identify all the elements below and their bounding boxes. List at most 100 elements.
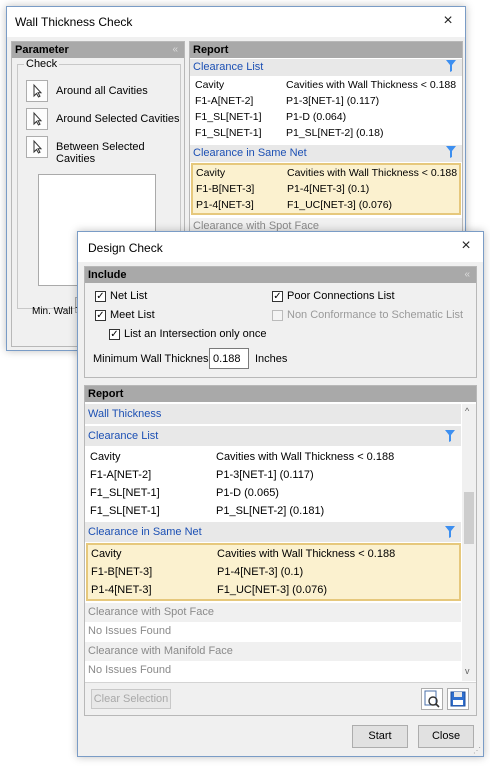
include-header: Include « [85, 267, 476, 283]
parameter-header-label: Parameter [15, 44, 69, 56]
zoom-fit-button[interactable] [421, 688, 443, 710]
save-button[interactable] [447, 688, 469, 710]
table-row[interactable]: F1_SL[NET-1] P1-D (0.065) [85, 484, 461, 502]
column-header-cavity: Cavity [90, 451, 121, 463]
table-row[interactable]: F1-A[NET-2] P1-3[NET-1] (0.117) [85, 466, 461, 484]
meet-list-checkbox[interactable]: ✓ [95, 310, 106, 321]
around-selected-cavities-label: Around Selected Cavities [56, 113, 180, 125]
column-header-thickness: Cavities with Wall Thickness < 0.188 [216, 451, 395, 463]
cell-thickness: P1-4[NET-3] (0.1) [287, 183, 370, 195]
report-header: Report [85, 386, 476, 402]
manifold-face-result-label: No Issues Found [88, 664, 172, 676]
cell-thickness: P1-3[NET-1] (0.117) [216, 469, 314, 481]
clearance-spot-face-header[interactable]: Clearance with Spot Face [85, 603, 461, 622]
table-header-row: Cavity Cavities with Wall Thickness < 0.… [190, 77, 462, 93]
save-disk-icon [450, 691, 466, 707]
between-selected-cavities-button[interactable] [26, 136, 48, 158]
close-icon[interactable]: × [449, 232, 483, 262]
meet-list-label: Meet List [110, 309, 155, 321]
scroll-down-arrow-icon[interactable]: v [465, 666, 470, 676]
report-scrollbar[interactable]: ^ v [462, 404, 476, 681]
table-row[interactable]: F1_SL[NET-1] P1_SL[NET-2] (0.18) [190, 125, 462, 141]
scrollbar-thumb[interactable] [464, 492, 474, 544]
net-list-checkbox[interactable]: ✓ [95, 291, 106, 302]
cursor-arrow-icon [33, 83, 43, 98]
same-net-table: Cavity Cavities with Wall Thickness < 0.… [191, 163, 461, 215]
cell-cavity: F1-B[NET-3] [196, 183, 255, 195]
title-bar: Design Check × [78, 232, 483, 262]
parameter-header: Parameter « [12, 42, 184, 58]
clear-selection-button[interactable]: Clear Selection [91, 689, 171, 709]
cell-cavity: F1-A[NET-2] [90, 469, 152, 481]
close-button[interactable]: Close [418, 725, 474, 748]
scroll-up-arrow-icon[interactable]: ^ [465, 406, 469, 416]
include-panel: Include « ✓ Net List ✓ Poor Connections … [84, 266, 477, 378]
filter-funnel-icon[interactable] [446, 60, 456, 72]
table-row[interactable]: F1-B[NET-3] P1-4[NET-3] (0.1) [193, 181, 459, 197]
cell-thickness: P1-4[NET-3] (0.1) [217, 566, 304, 578]
spot-face-result-label: No Issues Found [88, 625, 172, 637]
clearance-manifold-face-header[interactable]: Clearance with Manifold Face [85, 642, 461, 661]
filter-funnel-icon[interactable] [445, 526, 455, 538]
non-conformance-label: Non Conformance to Schematic List [287, 309, 464, 321]
intersection-once-label: List an Intersection only once [124, 328, 267, 340]
table-row[interactable]: F1-A[NET-2] P1-3[NET-1] (0.117) [190, 93, 462, 109]
table-header-row: Cavity Cavities with Wall Thickness < 0.… [193, 165, 459, 181]
table-row[interactable]: F1_SL[NET-1] P1-D (0.064) [190, 109, 462, 125]
cell-cavity: F1_SL[NET-1] [90, 505, 160, 517]
non-conformance-checkbox[interactable] [272, 310, 283, 321]
clearance-spot-face-label: Clearance with Spot Face [88, 606, 214, 618]
cell-thickness: P1_SL[NET-2] (0.181) [216, 505, 325, 517]
table-header-row: Cavity Cavities with Wall Thickness < 0.… [85, 448, 461, 466]
report-header-label: Report [193, 44, 229, 56]
between-selected-cavities-label: Between Selected Cavities [56, 141, 145, 165]
column-header-thickness: Cavities with Wall Thickness < 0.188 [217, 548, 396, 560]
resize-grip-icon[interactable]: ⋰ [473, 746, 481, 755]
wall-thickness-header[interactable]: Wall Thickness [85, 404, 461, 424]
cell-thickness: F1_UC[NET-3] (0.076) [287, 199, 393, 211]
column-header-thickness: Cavities with Wall Thickness < 0.188 [286, 79, 457, 91]
clearance-list-table: Cavity Cavities with Wall Thickness < 0.… [85, 448, 461, 520]
table-row[interactable]: F1-B[NET-3] P1-4[NET-3] (0.1) [88, 563, 459, 581]
around-all-cavities-button[interactable] [26, 80, 48, 102]
around-selected-cavities-button[interactable] [26, 108, 48, 130]
cell-thickness: P1_SL[NET-2] (0.18) [286, 127, 384, 139]
clearance-same-net-header[interactable]: Clearance in Same Net [190, 145, 462, 162]
net-list-label: Net List [110, 290, 148, 302]
cell-cavity: F1-B[NET-3] [91, 566, 153, 578]
report-header: Report [190, 42, 462, 58]
close-icon[interactable]: × [431, 7, 465, 37]
intersection-once-checkbox[interactable]: ✓ [109, 329, 120, 340]
cursor-arrow-icon [33, 139, 43, 154]
collapse-chevrons-icon[interactable]: « [464, 267, 470, 283]
collapse-chevrons-icon[interactable]: « [172, 42, 178, 58]
poor-connections-checkbox[interactable]: ✓ [272, 291, 283, 302]
clearance-list-header[interactable]: Clearance List [190, 59, 462, 76]
clearance-list-header[interactable]: Clearance List [85, 426, 461, 446]
same-net-table: Cavity Cavities with Wall Thickness < 0.… [86, 543, 461, 601]
around-all-cavities-label: Around all Cavities [56, 85, 148, 97]
filter-funnel-icon[interactable] [446, 146, 456, 158]
cell-thickness: P1-D (0.065) [216, 487, 279, 499]
spot-face-result: No Issues Found [85, 622, 461, 641]
report-footer: Clear Selection [85, 682, 476, 715]
cell-thickness: P1-3[NET-1] (0.117) [286, 95, 380, 107]
title-bar: Wall Thickness Check × [7, 7, 465, 37]
window-title: Design Check [88, 241, 163, 255]
cell-cavity: F1-A[NET-2] [195, 95, 254, 107]
table-row[interactable]: P1-4[NET-3] F1_UC[NET-3] (0.076) [193, 197, 459, 213]
cell-cavity: F1_SL[NET-1] [90, 487, 160, 499]
filter-funnel-icon[interactable] [445, 430, 455, 442]
column-header-thickness: Cavities with Wall Thickness < 0.188 [287, 167, 458, 179]
table-row[interactable]: F1_SL[NET-1] P1_SL[NET-2] (0.181) [85, 502, 461, 520]
min-wall-thickness-input[interactable] [209, 348, 249, 369]
clearance-same-net-header[interactable]: Clearance in Same Net [85, 522, 461, 542]
wall-thickness-label: Wall Thickness [88, 408, 162, 420]
manifold-face-result: No Issues Found [85, 661, 461, 680]
cell-cavity: F1_SL[NET-1] [195, 111, 262, 123]
start-button[interactable]: Start [352, 725, 408, 748]
table-row[interactable]: P1-4[NET-3] F1_UC[NET-3] (0.076) [88, 581, 459, 599]
zoom-fit-icon [424, 690, 440, 708]
check-group-label: Check [24, 58, 60, 70]
cell-cavity: P1-4[NET-3] [91, 584, 152, 596]
